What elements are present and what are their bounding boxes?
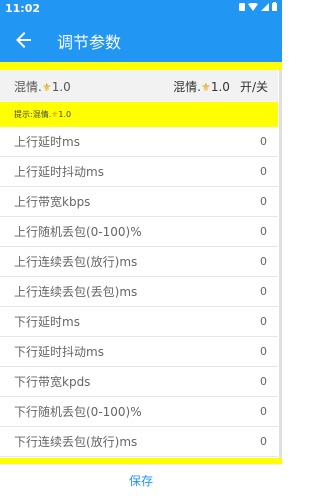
fleur-icon: ⚜ [51, 110, 59, 119]
hint-suffix: 1.0 [58, 110, 72, 119]
param-label: 下行随机丢包(0-100)% [14, 405, 142, 419]
preset-name-suffix: 1.0 [51, 79, 71, 94]
save-label: 保存 [128, 473, 153, 488]
hint-banner: 提示:混情. ⚜ 1.0 [0, 102, 278, 127]
preset-controls: 混情.⚜1.0 开/关 [173, 78, 268, 95]
param-label: 上行带宽kbps [14, 195, 91, 209]
back-button[interactable] [12, 28, 36, 52]
param-value[interactable]: 0 [260, 375, 267, 388]
sim-icon [239, 2, 245, 11]
param-label: 下行带宽kpds [14, 375, 91, 389]
param-row-uplink-bandwidth[interactable]: 上行带宽kbps 0 [0, 187, 278, 217]
preset-selector-prefix: 混情. [173, 79, 201, 94]
param-row-uplink-random-loss[interactable]: 上行随机丢包(0-100)% 0 [0, 217, 278, 247]
param-value[interactable]: 0 [260, 165, 267, 178]
param-value[interactable]: 0 [260, 285, 267, 298]
param-label: 上行连续丢包(放行)ms [14, 255, 138, 269]
page-title: 调节参数 [57, 33, 122, 52]
preset-header: 混情.⚜1.0 混情.⚜1.0 开/关 [0, 70, 278, 102]
scrollbar[interactable] [279, 70, 282, 495]
param-label: 上行延时抖动ms [14, 165, 104, 179]
param-label: 上行连续丢包(丢包)ms [14, 285, 138, 299]
battery-icon [272, 2, 277, 11]
param-row-uplink-burst-drop[interactable]: 上行连续丢包(丢包)ms 0 [0, 277, 278, 307]
param-row-uplink-burst-pass[interactable]: 上行连续丢包(放行)ms 0 [0, 247, 278, 277]
status-bar: 11:02 [0, 0, 282, 18]
preset-selector-suffix: 1.0 [210, 79, 230, 94]
param-row-downlink-jitter[interactable]: 下行延时抖动ms 0 [0, 337, 278, 367]
preset-name: 混情.⚜1.0 [14, 78, 71, 95]
param-label: 上行延时ms [14, 135, 80, 149]
param-row-uplink-delay[interactable]: 上行延时ms 0 [0, 127, 278, 157]
wifi-icon [248, 2, 258, 11]
top-highlight-strip [0, 62, 282, 70]
param-value[interactable]: 0 [260, 315, 267, 328]
param-value[interactable]: 0 [260, 405, 267, 418]
toggle-button[interactable]: 开/关 [240, 78, 268, 95]
param-row-uplink-jitter[interactable]: 上行延时抖动ms 0 [0, 157, 278, 187]
signal-icon [261, 2, 269, 11]
fleur-icon: ⚜ [200, 80, 211, 94]
settings-card: 混情.⚜1.0 混情.⚜1.0 开/关 提示:混情. ⚜ 1.0 上行延时ms 0 上… [0, 70, 278, 458]
hint-prefix: 提示:混情. [14, 110, 52, 119]
param-label: 下行延时抖动ms [14, 345, 104, 359]
param-label: 下行连续丢包(放行)ms [14, 435, 138, 449]
save-button[interactable]: 保存 [0, 464, 282, 495]
app-bar: 调节参数 [0, 18, 282, 62]
param-value[interactable]: 0 [260, 225, 267, 238]
param-row-downlink-burst-pass[interactable]: 下行连续丢包(放行)ms 0 [0, 427, 278, 457]
param-value[interactable]: 0 [260, 345, 267, 358]
param-value[interactable]: 0 [260, 435, 267, 448]
param-value[interactable]: 0 [260, 135, 267, 148]
param-label: 下行延时ms [14, 315, 80, 329]
param-row-downlink-random-loss[interactable]: 下行随机丢包(0-100)% 0 [0, 397, 278, 427]
arrow-left-icon [16, 32, 31, 48]
fleur-icon: ⚜ [41, 80, 52, 94]
preset-name-prefix: 混情. [14, 79, 42, 94]
param-value[interactable]: 0 [260, 195, 267, 208]
status-icons [239, 2, 277, 11]
param-row-downlink-bandwidth[interactable]: 下行带宽kpds 0 [0, 367, 278, 397]
param-row-downlink-delay[interactable]: 下行延时ms 0 [0, 307, 278, 337]
preset-selector[interactable]: 混情.⚜1.0 [173, 78, 230, 95]
status-time: 11:02 [5, 2, 41, 15]
param-value[interactable]: 0 [260, 255, 267, 268]
param-label: 上行随机丢包(0-100)% [14, 225, 142, 239]
